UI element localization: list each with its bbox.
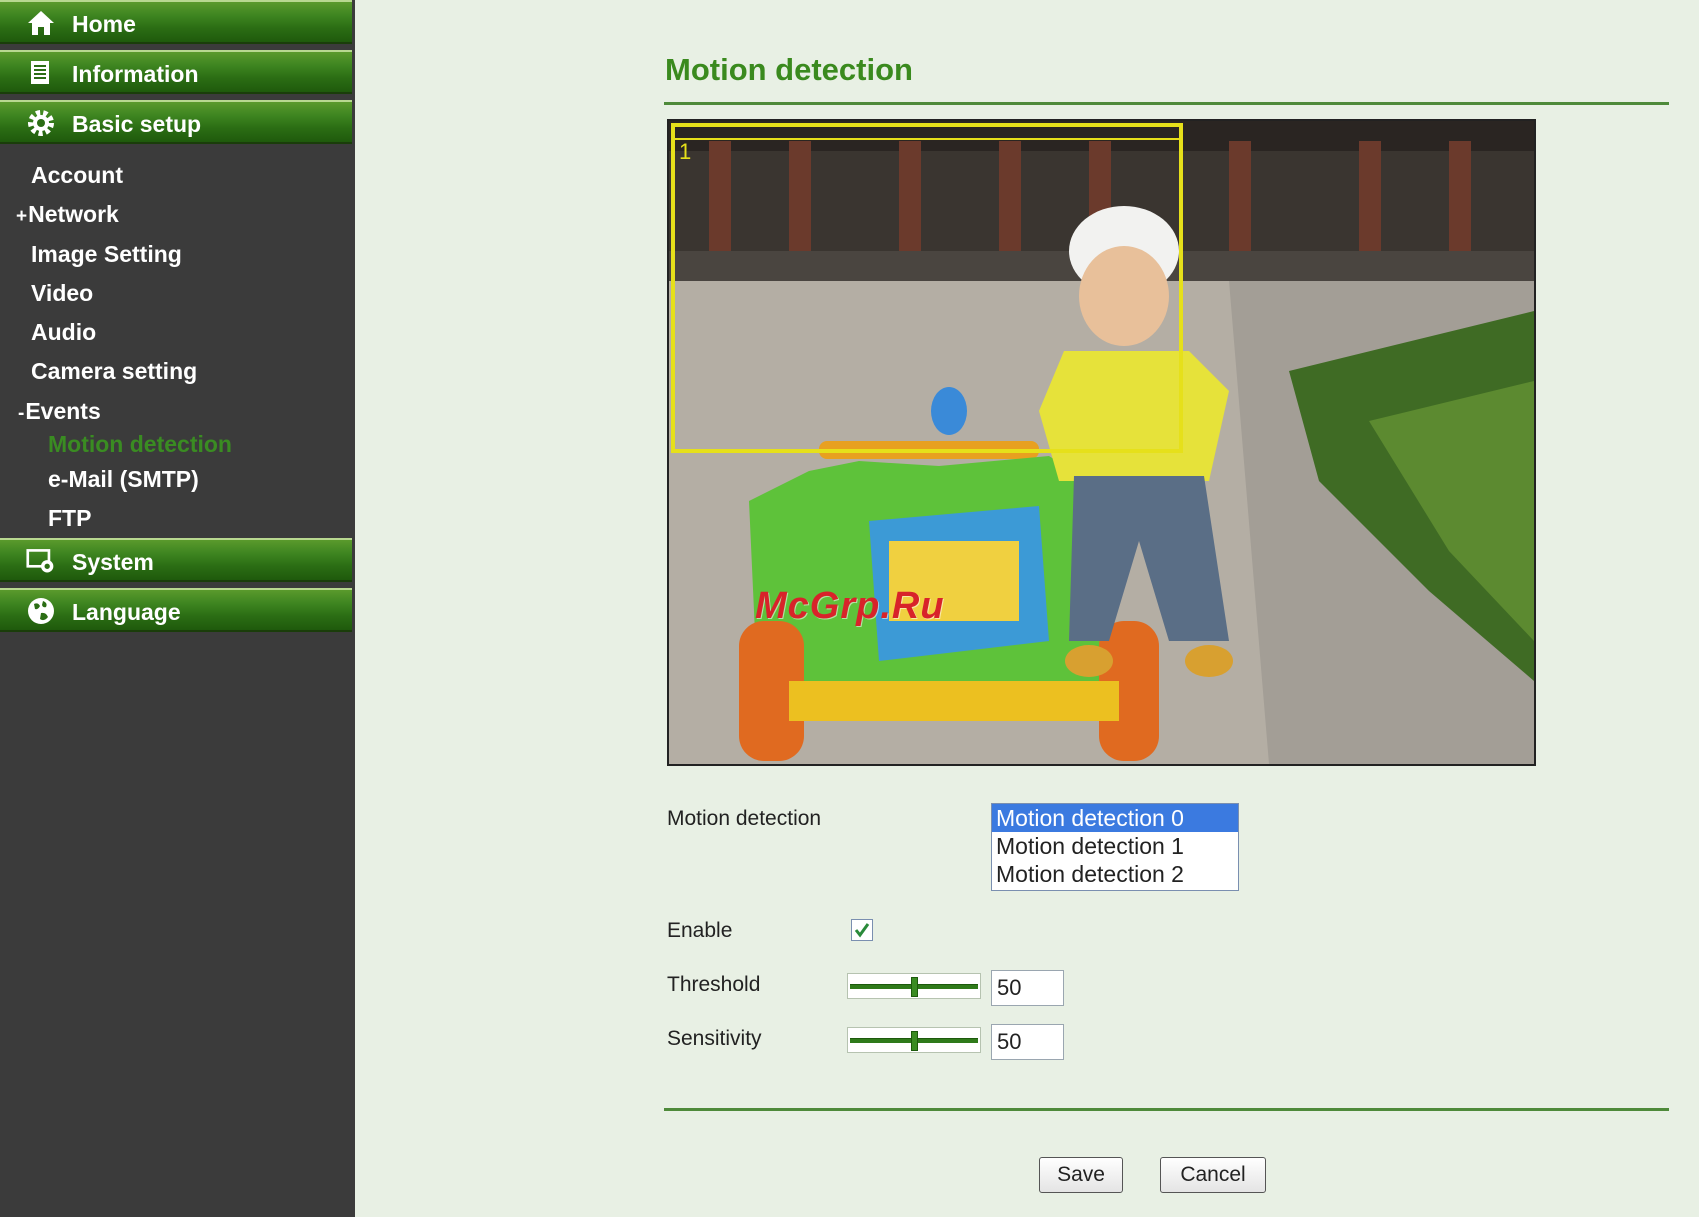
nav-language-label: Language [72,599,181,625]
nav-information[interactable]: Information [0,50,352,94]
region-number: 1 [679,139,691,164]
threshold-slider-thumb[interactable] [910,977,918,997]
title-divider [664,102,1669,105]
motion-option-1[interactable]: Motion detection 1 [992,832,1238,860]
nav-basic-setup-label: Basic setup [72,111,202,137]
nav-information-label: Information [72,61,199,87]
enable-label: Enable [667,919,733,942]
expand-marker: + [16,206,28,227]
sidebar-item-audio[interactable]: Audio [30,319,96,346]
threshold-slider[interactable] [847,973,981,999]
threshold-label: Threshold [667,973,761,996]
camera-preview[interactable]: 1 [667,119,1536,766]
system-icon [26,547,56,575]
globe-icon [26,597,56,625]
sidebar-item-network[interactable]: +Network [16,201,119,228]
cancel-button[interactable]: Cancel [1160,1157,1266,1193]
sidebar-item-account[interactable]: Account [30,162,123,189]
motion-option-0[interactable]: Motion detection 0 [992,804,1238,832]
sidebar-item-camera-setting[interactable]: Camera setting [30,358,197,385]
home-icon [26,9,56,37]
document-icon [26,59,56,87]
sidebar-item-ftp[interactable]: FTP [48,505,91,532]
collapse-marker: - [18,403,25,424]
enable-checkbox[interactable] [851,919,873,941]
gear-icon [26,109,56,137]
sensitivity-slider-thumb[interactable] [910,1031,918,1051]
sidebar: Home Information Basic setup Account +Ne… [0,0,355,1217]
sidebar-item-video[interactable]: Video [30,280,93,307]
sensitivity-input[interactable]: 50 [991,1024,1064,1060]
watermark: McGrp.Ru [755,585,945,627]
motion-option-2[interactable]: Motion detection 2 [992,860,1238,888]
form-divider [664,1108,1669,1111]
threshold-input[interactable]: 50 [991,970,1064,1006]
sensitivity-slider[interactable] [847,1027,981,1053]
motion-detection-label: Motion detection [667,807,822,830]
nav-home[interactable]: Home [0,0,352,44]
sidebar-item-email-smtp[interactable]: e-Mail (SMTP) [48,466,199,493]
sidebar-item-image-setting[interactable]: Image Setting [30,241,182,268]
nav-home-label: Home [72,11,136,37]
nav-system-label: System [72,549,154,575]
motion-detection-list[interactable]: Motion detection 0 Motion detection 1 Mo… [991,803,1239,891]
save-button[interactable]: Save [1039,1157,1123,1193]
sensitivity-label: Sensitivity [667,1027,762,1050]
page-title: Motion detection [665,52,913,87]
nav-language[interactable]: Language [0,588,352,632]
sidebar-item-events[interactable]: -Events [18,398,101,425]
checkmark-icon [854,923,870,938]
sidebar-item-motion-detection[interactable]: Motion detection [48,431,232,458]
nav-basic-setup[interactable]: Basic setup [0,100,352,144]
nav-system[interactable]: System [0,538,352,582]
